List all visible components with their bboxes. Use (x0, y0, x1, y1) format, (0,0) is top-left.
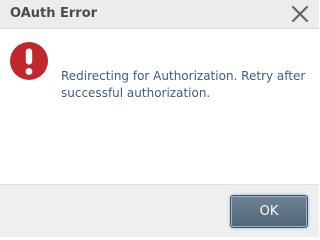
ok-button[interactable]: OK (230, 195, 308, 228)
error-icon (9, 41, 49, 81)
error-message: Redirecting for Authorization. Retry aft… (61, 69, 306, 100)
oauth-error-dialog: OAuth Error Redirecting for Authorizatio… (0, 0, 319, 237)
dialog-body: Redirecting for Authorization. Retry aft… (0, 29, 319, 184)
dialog-footer: OK (0, 184, 319, 237)
close-icon[interactable] (290, 4, 310, 24)
dialog-title: OAuth Error (10, 6, 98, 21)
dialog-titlebar: OAuth Error (0, 0, 319, 29)
